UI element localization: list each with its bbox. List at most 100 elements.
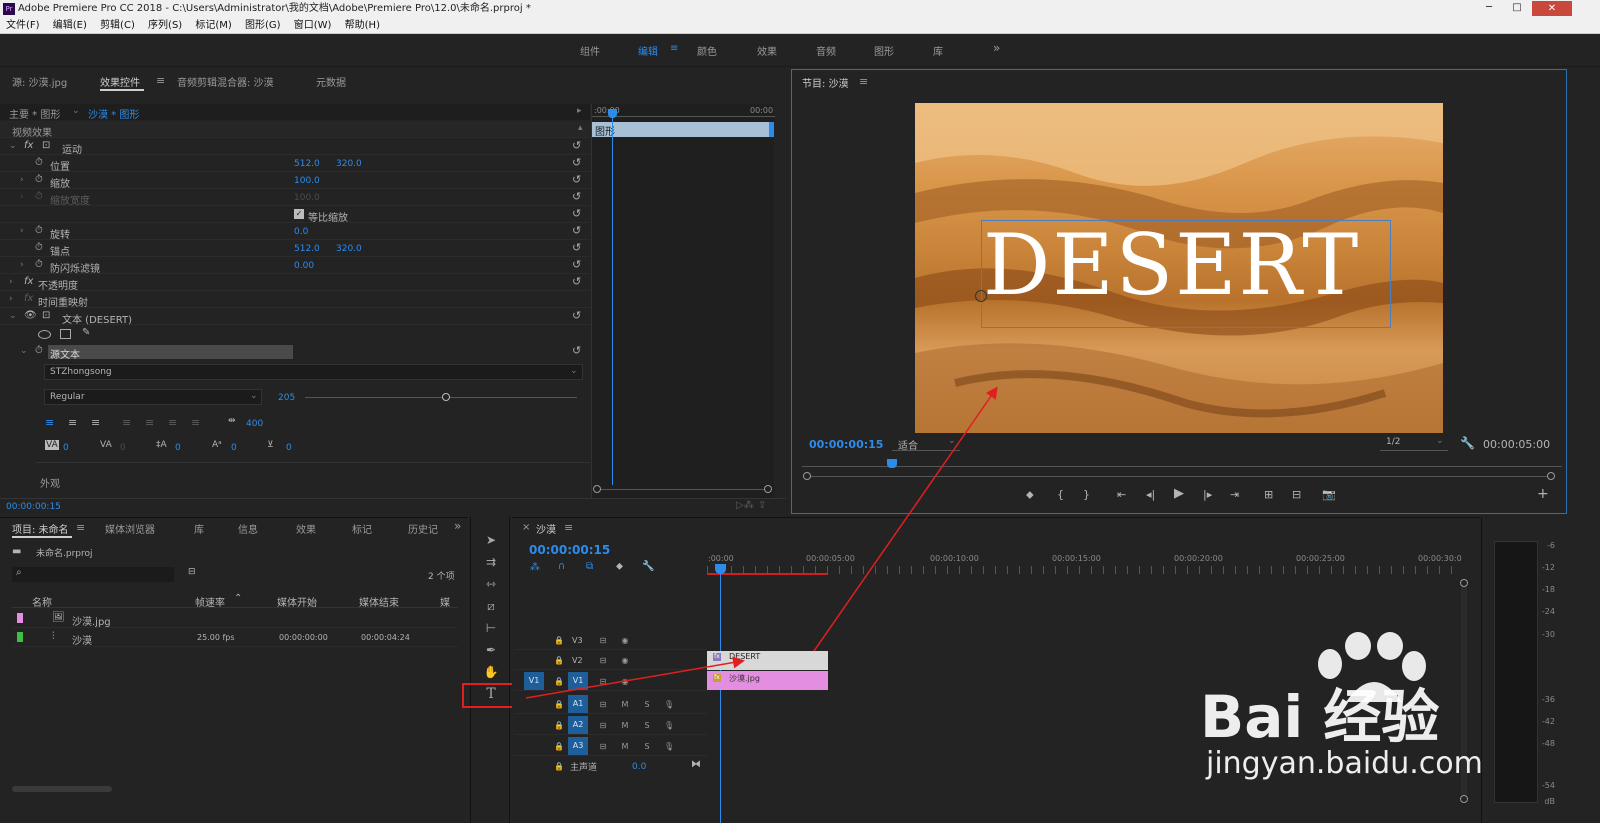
stopwatch-icon[interactable]: ⏱ xyxy=(35,242,43,253)
timeline-timecode[interactable]: 00:00:00:15 xyxy=(529,543,610,557)
reset-icon[interactable]: ↺ xyxy=(572,208,584,220)
tab-libraries[interactable]: 库 xyxy=(194,521,204,536)
workspace-tab-effects[interactable]: 效果 xyxy=(757,43,777,58)
stopwatch-icon[interactable]: ⏱ xyxy=(35,174,43,185)
property-anti-flicker[interactable]: › ⏱ 防闪烁滤镜 0.00 ↺ xyxy=(0,257,590,275)
play-icon[interactable]: ▶ xyxy=(1174,486,1184,501)
column-media-duration[interactable]: 媒 xyxy=(440,594,450,609)
snap-icon[interactable]: ∩ xyxy=(558,561,565,572)
reset-icon[interactable]: ↺ xyxy=(572,174,584,186)
mini-clip-bar[interactable]: 图形 xyxy=(592,122,774,138)
tab-history[interactable]: 历史记 xyxy=(408,521,438,536)
column-media-start[interactable]: 媒体开始 xyxy=(277,594,317,609)
tab-effects[interactable]: 效果 xyxy=(296,521,316,536)
kerning-value[interactable]: 0 xyxy=(63,443,69,453)
anchor-point-icon[interactable] xyxy=(975,290,987,302)
menu-help[interactable]: 帮助(H) xyxy=(345,18,380,34)
menu-marker[interactable]: 标记(M) xyxy=(195,18,231,34)
slip-tool-icon[interactable]: ⊢ xyxy=(482,619,500,637)
sequence-clip-label[interactable]: 沙漠 * 图形 xyxy=(88,106,139,121)
go-to-out-icon[interactable]: ⇥ xyxy=(1230,488,1239,501)
workspace-overflow-button[interactable]: » xyxy=(993,41,1000,55)
sync-lock-icon[interactable]: ⊟ xyxy=(598,676,608,687)
workspace-tab-audio[interactable]: 音频 xyxy=(816,43,836,58)
chevron-right-icon[interactable]: › xyxy=(20,260,24,270)
clip-desert-image[interactable]: fx 沙漠.jpg xyxy=(707,671,828,690)
export-frame-icon[interactable]: 📷 xyxy=(1322,488,1336,501)
lock-icon[interactable]: 🔒 xyxy=(554,699,564,710)
tab-markers[interactable]: 标记 xyxy=(352,521,372,536)
lock-icon[interactable]: 🔒 xyxy=(554,635,564,646)
maximize-button[interactable]: □ xyxy=(1504,2,1530,15)
eye-icon[interactable]: ◉ xyxy=(620,676,630,687)
chevron-down-icon[interactable]: ⌄ xyxy=(9,141,17,151)
timeline-playhead-handle[interactable] xyxy=(715,564,726,574)
fx-icon[interactable]: fx xyxy=(24,276,33,287)
hand-tool-icon[interactable]: ✋ xyxy=(482,663,500,681)
workspace-tab-graphics[interactable]: 图形 xyxy=(874,43,894,58)
property-scale[interactable]: › ⏱ 缩放 100.0 ↺ xyxy=(0,172,590,190)
go-to-in-icon[interactable]: ⇤ xyxy=(1117,488,1126,501)
stopwatch-icon[interactable]: ⏱ xyxy=(35,345,43,356)
panel-menu-icon[interactable]: ≡ xyxy=(76,521,85,534)
effect-text[interactable]: ⌄ 👁 ⊡ 文本 (DESERT) ↺ xyxy=(0,308,590,326)
scale-value[interactable]: 100.0 xyxy=(294,176,320,186)
reset-icon[interactable]: ↺ xyxy=(572,310,584,322)
go-to-end-icon[interactable]: ⧓ xyxy=(691,759,701,770)
lock-icon[interactable]: 🔒 xyxy=(554,741,564,752)
linked-selection-icon[interactable]: ⧉ xyxy=(586,561,593,572)
font-size-value[interactable]: 205 xyxy=(278,393,295,403)
microphone-icon[interactable]: 🎙 xyxy=(664,720,674,731)
tracking-value[interactable]: 400 xyxy=(246,419,263,429)
clip-desert-graphic[interactable]: fx DESERT xyxy=(707,651,828,670)
mute-button[interactable]: M xyxy=(620,720,630,731)
stopwatch-icon[interactable]: ⏱ xyxy=(35,259,43,270)
mini-playhead-handle[interactable] xyxy=(608,109,617,118)
step-back-icon[interactable]: ◂| xyxy=(1146,488,1155,501)
pen-tool-icon[interactable]: ✒ xyxy=(482,641,500,659)
lock-icon[interactable]: 🔒 xyxy=(554,720,564,731)
program-time-ruler[interactable] xyxy=(802,466,1562,467)
timeline-playhead[interactable] xyxy=(720,574,721,823)
lock-icon[interactable]: 🔒 xyxy=(554,676,564,687)
font-style-select[interactable]: Regular ⌄ xyxy=(44,389,262,405)
close-sequence-icon[interactable]: × xyxy=(522,522,530,533)
source-patch-v1[interactable]: V1 xyxy=(524,672,544,690)
mark-in-icon[interactable]: { xyxy=(1057,488,1064,501)
rotation-value[interactable]: 0.0 xyxy=(294,227,308,237)
program-timecode[interactable]: 00:00:00:15 xyxy=(809,438,883,451)
mute-button[interactable]: M xyxy=(620,741,630,752)
sync-lock-icon[interactable]: ⊟ xyxy=(598,635,608,646)
fx-icon[interactable]: fx xyxy=(24,140,33,151)
solo-button[interactable]: S xyxy=(642,741,652,752)
track-target-a2[interactable]: A2 xyxy=(568,716,588,734)
anchor-x-value[interactable]: 512.0 xyxy=(294,244,320,254)
tsume-value[interactable]: 0 xyxy=(231,443,237,453)
menu-window[interactable]: 窗口(W) xyxy=(294,18,332,34)
timeline-settings-icon[interactable]: 🔧 xyxy=(642,561,654,572)
tab-project[interactable]: 项目: 未命名 xyxy=(12,521,69,536)
project-item-image[interactable]: 🖼 沙漠.jpg xyxy=(12,609,458,628)
mini-zoom-bar[interactable] xyxy=(594,489,772,490)
menu-file[interactable]: 文件(F) xyxy=(6,18,40,34)
caps-value[interactable]: 0 xyxy=(286,443,292,453)
close-button[interactable]: ✕ xyxy=(1532,1,1572,16)
align-center-icon[interactable]: ≡ xyxy=(68,416,77,429)
solo-button[interactable]: S xyxy=(642,699,652,710)
workspace-tab-color[interactable]: 颜色 xyxy=(697,43,717,58)
tab-info[interactable]: 信息 xyxy=(238,521,258,536)
reset-icon[interactable]: ↺ xyxy=(572,242,584,254)
column-name[interactable]: 名称 xyxy=(32,594,52,609)
pen-mask-icon[interactable]: ✎ xyxy=(82,327,90,338)
column-frame-rate[interactable]: 帧速率 xyxy=(195,594,225,609)
reset-icon[interactable]: ↺ xyxy=(572,225,584,237)
effect-motion[interactable]: ⌄ fx ⊡ 运动 ↺ xyxy=(0,138,590,156)
chevron-down-icon[interactable]: ⌄ xyxy=(72,106,80,116)
reset-icon[interactable]: ↺ xyxy=(572,191,584,203)
tabs-overflow-button[interactable]: » xyxy=(454,519,461,533)
wrench-icon[interactable]: 🔧 xyxy=(1460,436,1475,450)
font-size-slider[interactable] xyxy=(305,397,577,398)
export-icon[interactable]: ⇪ xyxy=(758,500,766,511)
track-target-a3[interactable]: A3 xyxy=(568,737,588,755)
transform-icon[interactable]: ⊡ xyxy=(42,140,50,151)
